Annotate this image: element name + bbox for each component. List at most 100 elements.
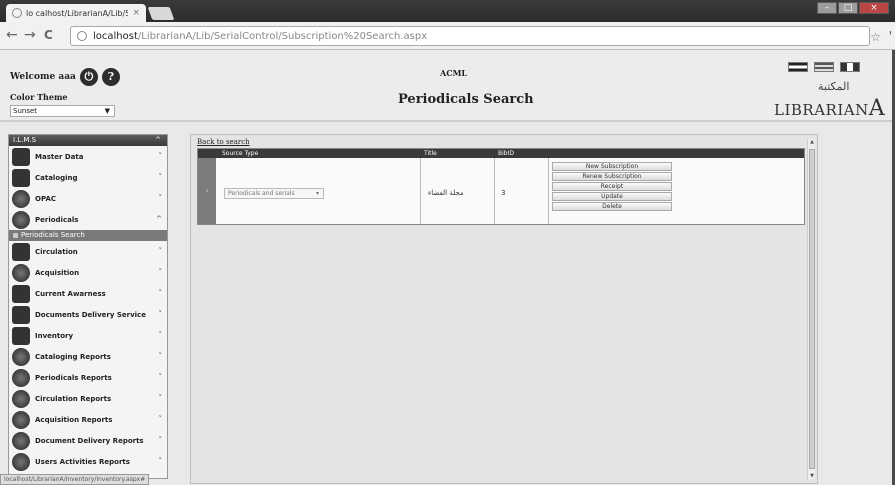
browser-titlebar: lo calhost/LibrarianA/Lib/S × – □ × <box>0 0 895 22</box>
sidebar-item-label: Cataloging Reports <box>35 352 111 361</box>
wrench-menu-icon[interactable]: ' <box>889 29 892 43</box>
english-flag-icon[interactable] <box>814 62 834 72</box>
french-flag-icon[interactable] <box>840 62 860 72</box>
sidebar-item-label: Periodicals Reports <box>35 373 112 382</box>
row-actions: New Subscription Renew Subscription Rece… <box>552 162 672 211</box>
browser-tab[interactable]: lo calhost/LibrarianA/Lib/S × <box>6 4 146 22</box>
bookmark-star-icon[interactable]: ☆ <box>870 30 881 44</box>
sidebar-subitem-periodicals-search[interactable]: Periodicals Search <box>9 230 167 241</box>
sidebar-item[interactable]: Cataloging Reports ˅ <box>9 346 167 367</box>
source-type-select[interactable]: Periodicals and serials ▾ <box>224 188 324 199</box>
arabic-flag-icon[interactable] <box>788 62 808 72</box>
sidebar-item-label: Inventory <box>35 331 74 340</box>
chevron-down-icon: ˅ <box>158 268 163 276</box>
back-button[interactable]: ← <box>6 28 18 42</box>
tab-title: lo calhost/LibrarianA/Lib/S <box>26 8 129 18</box>
receipt-button[interactable]: Receipt <box>552 182 672 191</box>
renew-subscription-button[interactable]: Renew Subscription <box>552 172 672 181</box>
sidebar-item-label: Users Activities Reports <box>35 457 130 466</box>
chevron-down-icon: ˅ <box>158 173 163 181</box>
sidebar-item[interactable]: Periodicals ^ <box>9 209 167 230</box>
report-icon <box>12 389 30 408</box>
help-icon[interactable]: ? <box>101 68 120 86</box>
sidebar-item[interactable]: Users Activities Reports ˅ <box>9 451 167 472</box>
row-selector-icon[interactable]: › <box>198 158 216 224</box>
chevron-down-icon: ˅ <box>158 352 163 360</box>
main-panel: Back to search Source Type Title BibID ›… <box>190 134 818 484</box>
chevron-down-icon: ˅ <box>158 394 163 402</box>
sidebar-item[interactable]: Master Data ˅ <box>9 146 167 167</box>
forward-button[interactable]: → <box>24 28 36 42</box>
language-flags <box>788 62 860 72</box>
scroll-down-icon[interactable]: ▼ <box>808 473 816 479</box>
report-icon <box>12 410 30 429</box>
sidebar-item[interactable]: Circulation ˅ <box>9 241 167 262</box>
sidebar-item[interactable]: Inventory ˅ <box>9 325 167 346</box>
scrollbar-thumb[interactable] <box>809 149 815 469</box>
opac-icon <box>12 189 30 208</box>
circulation-icon <box>12 242 30 261</box>
sidebar-item[interactable]: Acquisition ˅ <box>9 262 167 283</box>
update-button[interactable]: Update <box>552 192 672 201</box>
chevron-down-icon: ˅ <box>158 310 163 318</box>
chevron-down-icon: ˅ <box>158 415 163 423</box>
welcome-text: Welcome aaa <box>10 72 76 82</box>
sidebar-heading[interactable]: I.L.M.S ^ <box>9 135 167 146</box>
sidebar-item[interactable]: Cataloging ˅ <box>9 167 167 188</box>
sidebar-item-label: Acquisition <box>35 268 80 277</box>
logo-arabic: المكتبة <box>818 80 850 93</box>
logo: LIBRARIANA <box>774 96 886 121</box>
color-theme-select[interactable]: Sunset ▼ <box>10 105 115 117</box>
url-input[interactable]: localhost/LibrarianA/Lib/SerialControl/S… <box>70 26 870 46</box>
table-row[interactable]: › Periodicals and serials ▾ مجلة الفضاء … <box>198 158 804 224</box>
chevron-down-icon: ˅ <box>158 457 163 465</box>
minimize-button[interactable]: – <box>817 2 837 14</box>
sidebar-item[interactable]: Current Awarness ˅ <box>9 283 167 304</box>
report-icon <box>12 368 30 387</box>
sidebar-item[interactable]: Acquisition Reports ˅ <box>9 409 167 430</box>
new-tab-button[interactable] <box>147 7 175 20</box>
column-header-source-type: Source Type <box>222 150 259 157</box>
sidebar-item-label: Documents Delivery Service <box>35 310 146 319</box>
chevron-down-icon: ˅ <box>158 436 163 444</box>
sidebar-item-label: Circulation Reports <box>35 394 112 403</box>
sidebar: I.L.M.S ^ Master Data ˅ Cataloging ˅ OPAC ˅ Pe… <box>8 134 168 479</box>
power-icon[interactable]: ⏻ <box>79 68 98 86</box>
sidebar-item[interactable]: Document Delivery Reports ˅ <box>9 430 167 451</box>
globe-icon <box>77 31 87 41</box>
sidebar-item-label: Acquisition Reports <box>35 415 113 424</box>
sidebar-item-label: Circulation <box>35 247 78 256</box>
cell-title: مجلة الفضاء <box>428 189 464 197</box>
column-header-title: Title <box>424 150 437 157</box>
sidebar-item[interactable]: Periodicals Reports ˅ <box>9 367 167 388</box>
close-window-button[interactable]: × <box>859 2 889 14</box>
tab-close-icon[interactable]: × <box>132 8 140 18</box>
color-theme-label: Color Theme <box>10 92 68 102</box>
sidebar-item-label: OPAC <box>35 194 56 203</box>
chevron-down-icon: ▼ <box>104 107 110 115</box>
page-title: Periodicals Search <box>398 92 534 107</box>
back-to-search-link[interactable]: Back to search <box>197 138 250 146</box>
awareness-icon <box>12 284 30 303</box>
sidebar-item[interactable]: Documents Delivery Service ˅ <box>9 304 167 325</box>
cell-bibid: 3 <box>501 189 506 197</box>
new-subscription-button[interactable]: New Subscription <box>552 162 672 171</box>
sidebar-item[interactable]: OPAC ˅ <box>9 188 167 209</box>
books-icon <box>12 168 30 187</box>
main-scrollbar[interactable]: ▲ ▼ <box>807 139 815 479</box>
chevron-up-icon: ^ <box>156 215 162 223</box>
chevron-down-icon: ˅ <box>158 152 163 160</box>
reload-button[interactable]: C <box>44 28 53 42</box>
chevron-down-icon: ▾ <box>315 190 319 197</box>
delete-button[interactable]: Delete <box>552 202 672 211</box>
results-grid: Source Type Title BibID › Periodicals an… <box>197 148 805 225</box>
scroll-up-icon[interactable]: ▲ <box>808 139 816 145</box>
chevron-down-icon: ˅ <box>158 194 163 202</box>
window-controls: – □ × <box>817 2 889 14</box>
org-name: ACML <box>440 68 468 78</box>
chevron-down-icon: ˅ <box>158 247 163 255</box>
maximize-button[interactable]: □ <box>838 2 858 14</box>
column-header-bibid: BibID <box>498 150 514 157</box>
acquisition-icon <box>12 263 30 282</box>
sidebar-item[interactable]: Circulation Reports ˅ <box>9 388 167 409</box>
